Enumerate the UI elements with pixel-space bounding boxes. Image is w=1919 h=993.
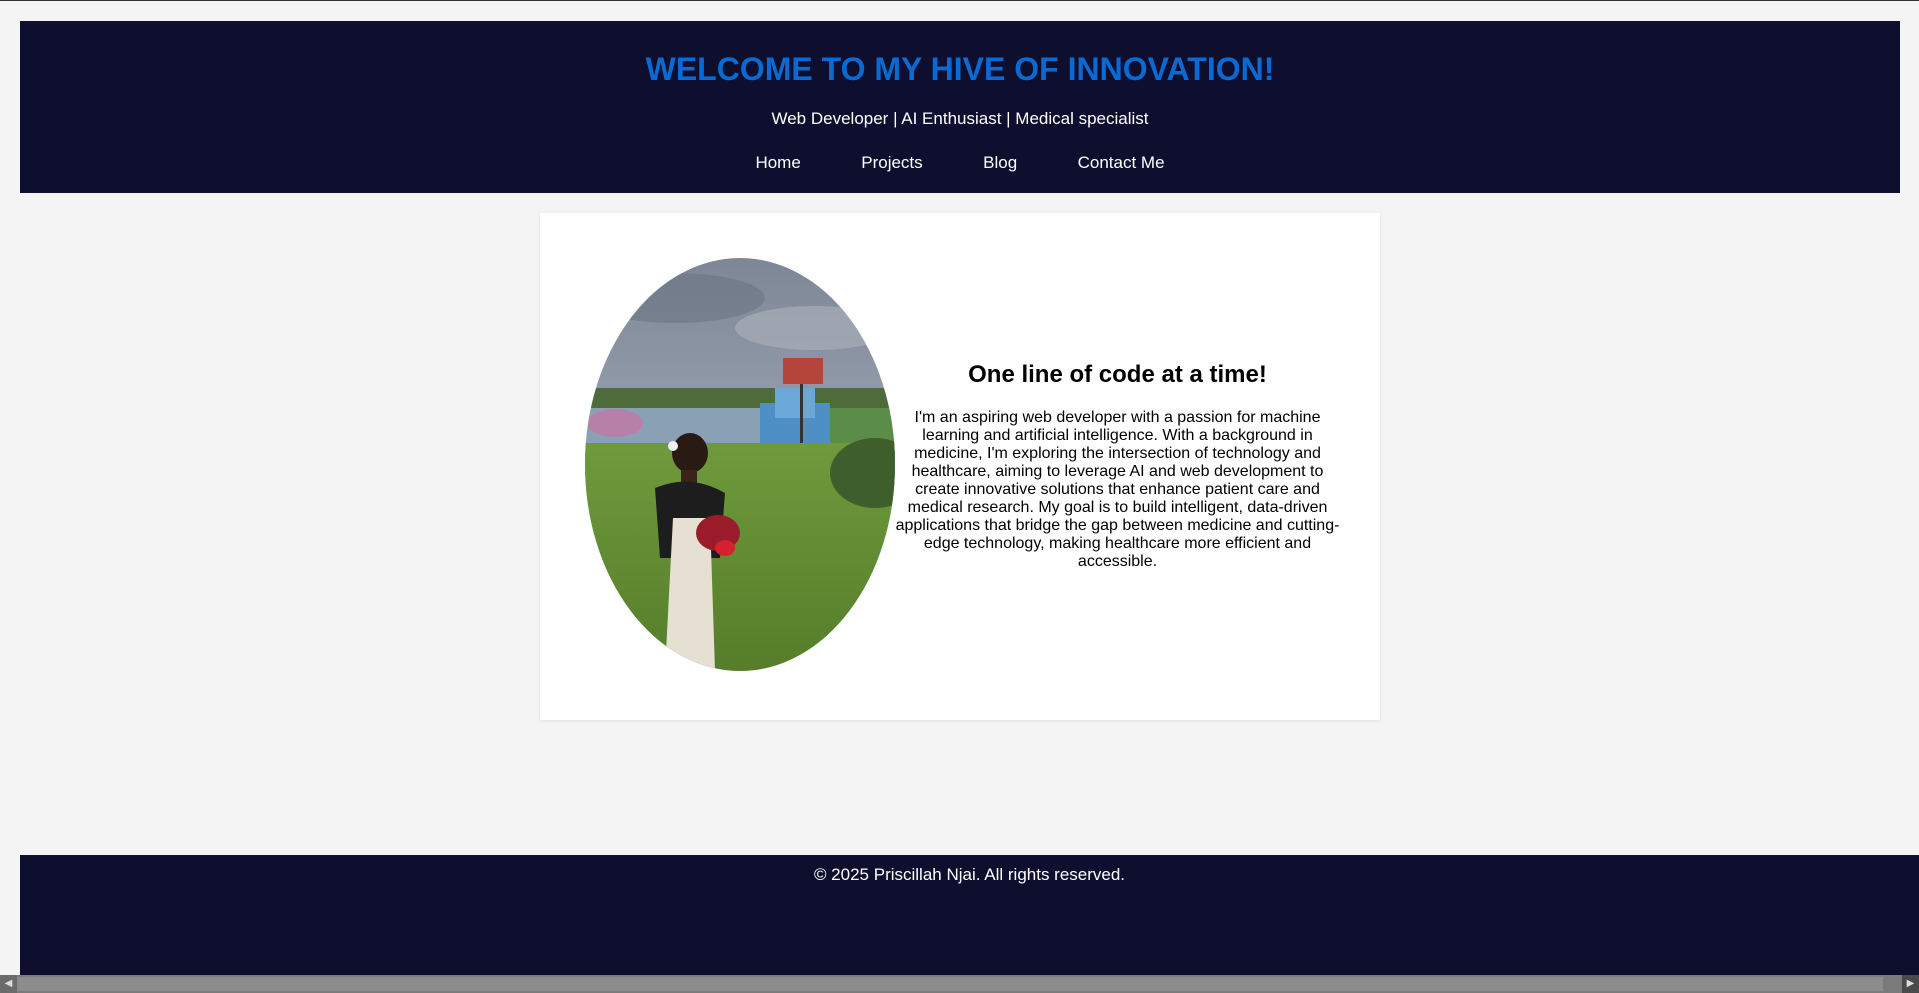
intro-paragraph: I'm an aspiring web developer with a pas… xyxy=(895,409,1340,570)
nav-link-contact[interactable]: Contact Me xyxy=(1078,153,1165,173)
tagline: Web Developer | AI Enthusiast | Medical … xyxy=(771,109,1149,128)
site-header: WELCOME TO MY HIVE OF INNOVATION! Web De… xyxy=(20,21,1900,193)
site-footer: © 2025 Priscillah Njai. All rights reser… xyxy=(20,855,1919,975)
profile-photo xyxy=(585,258,895,671)
main-nav: Home Projects Blog Contact Me xyxy=(20,153,1900,173)
intro-card: One line of code at a time! I'm an aspir… xyxy=(540,213,1380,720)
intro-text-block: One line of code at a time! I'm an aspir… xyxy=(890,361,1345,571)
horizontal-scrollbar[interactable]: ◀ ▶ xyxy=(0,975,1919,993)
nav-link-projects[interactable]: Projects xyxy=(861,153,922,173)
scrollbar-thumb[interactable] xyxy=(17,977,1883,991)
nav-link-blog[interactable]: Blog xyxy=(983,153,1017,173)
intro-heading: One line of code at a time! xyxy=(968,361,1267,388)
copyright-text: © 2025 Priscillah Njai. All rights reser… xyxy=(813,865,1126,884)
profile-photo-illustration xyxy=(585,258,895,671)
nav-link-home[interactable]: Home xyxy=(755,153,800,173)
page-title: WELCOME TO MY HIVE OF INNOVATION! xyxy=(645,51,1275,87)
chevron-left-icon[interactable]: ◀ xyxy=(0,975,17,993)
window-top-border xyxy=(0,0,1919,1)
chevron-right-icon[interactable]: ▶ xyxy=(1902,975,1919,993)
